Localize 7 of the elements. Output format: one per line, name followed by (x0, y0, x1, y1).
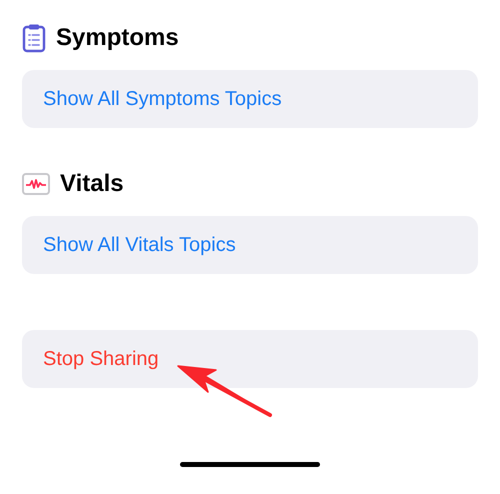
clipboard-icon (22, 23, 46, 53)
section-title: Vitals (60, 170, 124, 198)
heart-rate-icon (22, 173, 50, 195)
stop-sharing-button[interactable]: Stop Sharing (22, 330, 478, 388)
section-title: Symptoms (56, 24, 179, 52)
show-topics-button[interactable]: Show All Symptoms Topics (22, 70, 478, 128)
show-topics-button[interactable]: Show All Vitals Topics (22, 216, 478, 274)
